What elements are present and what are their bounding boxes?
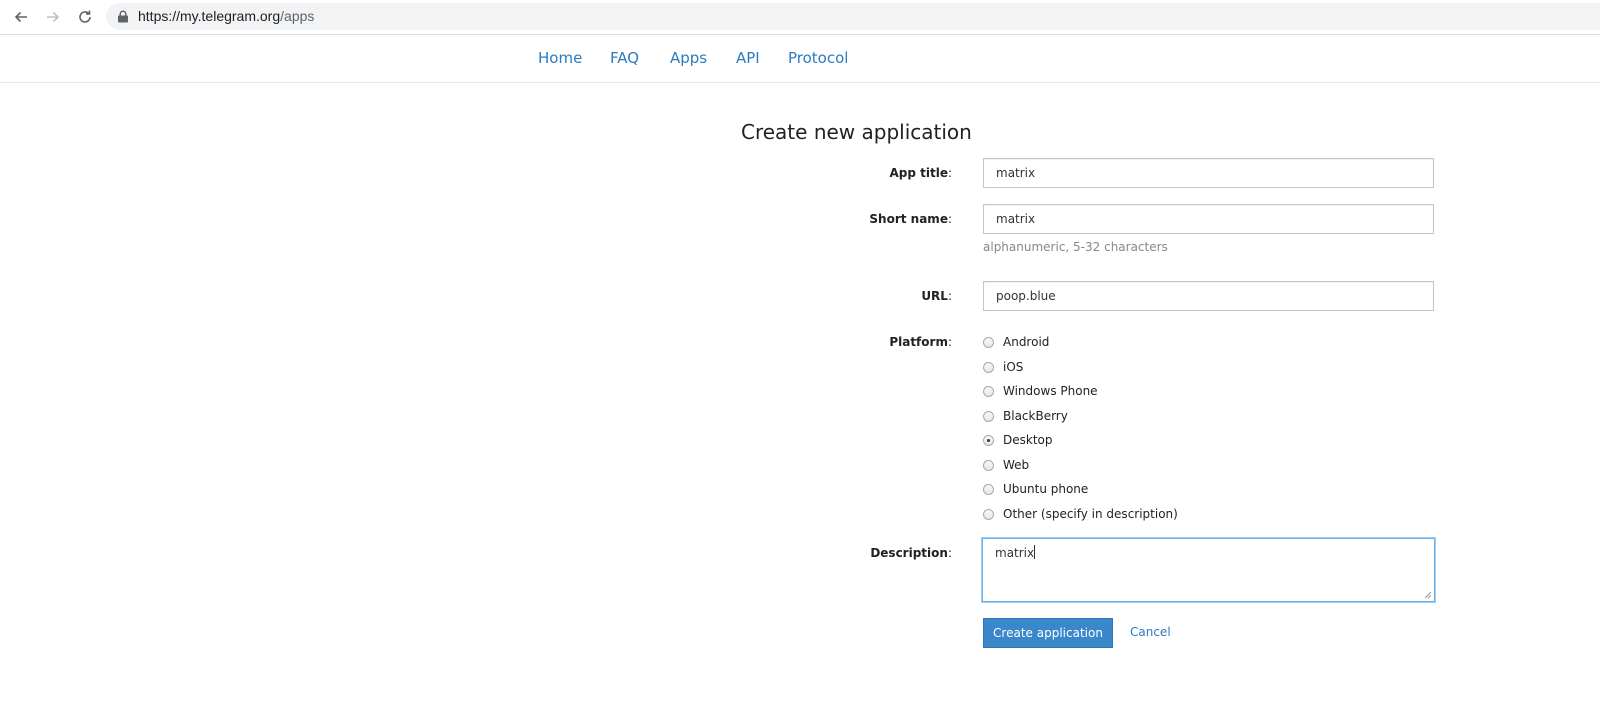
platform-label: Platform: bbox=[889, 335, 952, 349]
nav-protocol[interactable]: Protocol bbox=[788, 49, 848, 67]
text-caret bbox=[1034, 545, 1036, 559]
radio-ubuntu-phone[interactable] bbox=[983, 483, 994, 495]
create-application-button[interactable]: Create application bbox=[983, 618, 1113, 648]
nav-api[interactable]: API bbox=[736, 49, 760, 67]
platform-option-blackberry[interactable]: BlackBerry bbox=[983, 407, 1068, 425]
platform-option-ios[interactable]: iOS bbox=[983, 358, 1023, 376]
platform-option-ubuntu-phone[interactable]: Ubuntu phone bbox=[983, 480, 1088, 498]
browser-toolbar: https://my.telegram.org/apps bbox=[0, 0, 1600, 35]
app-title-label: App title: bbox=[889, 166, 952, 180]
radio-label: Desktop bbox=[1003, 433, 1053, 447]
short-name-label: Short name: bbox=[869, 212, 952, 226]
platform-option-windows-phone[interactable]: Windows Phone bbox=[983, 382, 1098, 400]
radio-label: Other (specify in description) bbox=[1003, 507, 1178, 521]
platform-option-web[interactable]: Web bbox=[983, 456, 1029, 474]
radio-android[interactable] bbox=[983, 336, 994, 348]
radio-label: Web bbox=[1003, 458, 1030, 472]
radio-label: Android bbox=[1003, 335, 1050, 349]
cancel-link[interactable]: Cancel bbox=[1130, 625, 1171, 639]
forward-icon[interactable] bbox=[41, 5, 65, 29]
url-input[interactable]: poop.blue bbox=[983, 281, 1434, 311]
resize-grip-icon[interactable] bbox=[1424, 591, 1432, 599]
description-label: Description: bbox=[870, 546, 952, 560]
radio-label: Windows Phone bbox=[1003, 384, 1098, 398]
platform-option-android[interactable]: Android bbox=[983, 333, 1049, 351]
app-title-input[interactable]: matrix bbox=[983, 158, 1434, 188]
short-name-hint: alphanumeric, 5-32 characters bbox=[983, 240, 1168, 254]
platform-option-desktop[interactable]: Desktop bbox=[983, 431, 1053, 449]
short-name-input[interactable]: matrix bbox=[983, 204, 1434, 234]
radio-label: Ubuntu phone bbox=[1003, 482, 1089, 496]
back-icon[interactable] bbox=[9, 5, 33, 29]
nav-faq[interactable]: FAQ bbox=[610, 49, 639, 67]
radio-windows-phone[interactable] bbox=[983, 385, 994, 397]
radio-ios[interactable] bbox=[983, 361, 994, 373]
radio-label: BlackBerry bbox=[1003, 409, 1068, 423]
description-text: matrix bbox=[995, 546, 1035, 560]
page-title: Create new application bbox=[741, 120, 972, 144]
radio-web[interactable] bbox=[983, 459, 994, 471]
reload-icon[interactable] bbox=[73, 5, 97, 29]
radio-label: iOS bbox=[1003, 360, 1024, 374]
radio-other[interactable] bbox=[983, 508, 994, 520]
nav-home[interactable]: Home bbox=[538, 49, 582, 67]
nav-apps[interactable]: Apps bbox=[670, 49, 707, 67]
url-label: URL: bbox=[921, 289, 952, 303]
url-text: https://my.telegram.org/apps bbox=[138, 8, 315, 24]
platform-option-other[interactable]: Other (specify in description) bbox=[983, 505, 1178, 523]
radio-desktop[interactable] bbox=[983, 434, 994, 446]
description-textarea[interactable]: matrix bbox=[982, 538, 1435, 602]
lock-icon bbox=[118, 10, 128, 23]
site-nav: Home FAQ Apps API Protocol bbox=[0, 35, 1600, 83]
address-bar[interactable]: https://my.telegram.org/apps bbox=[106, 3, 1600, 30]
radio-blackberry[interactable] bbox=[983, 410, 994, 422]
